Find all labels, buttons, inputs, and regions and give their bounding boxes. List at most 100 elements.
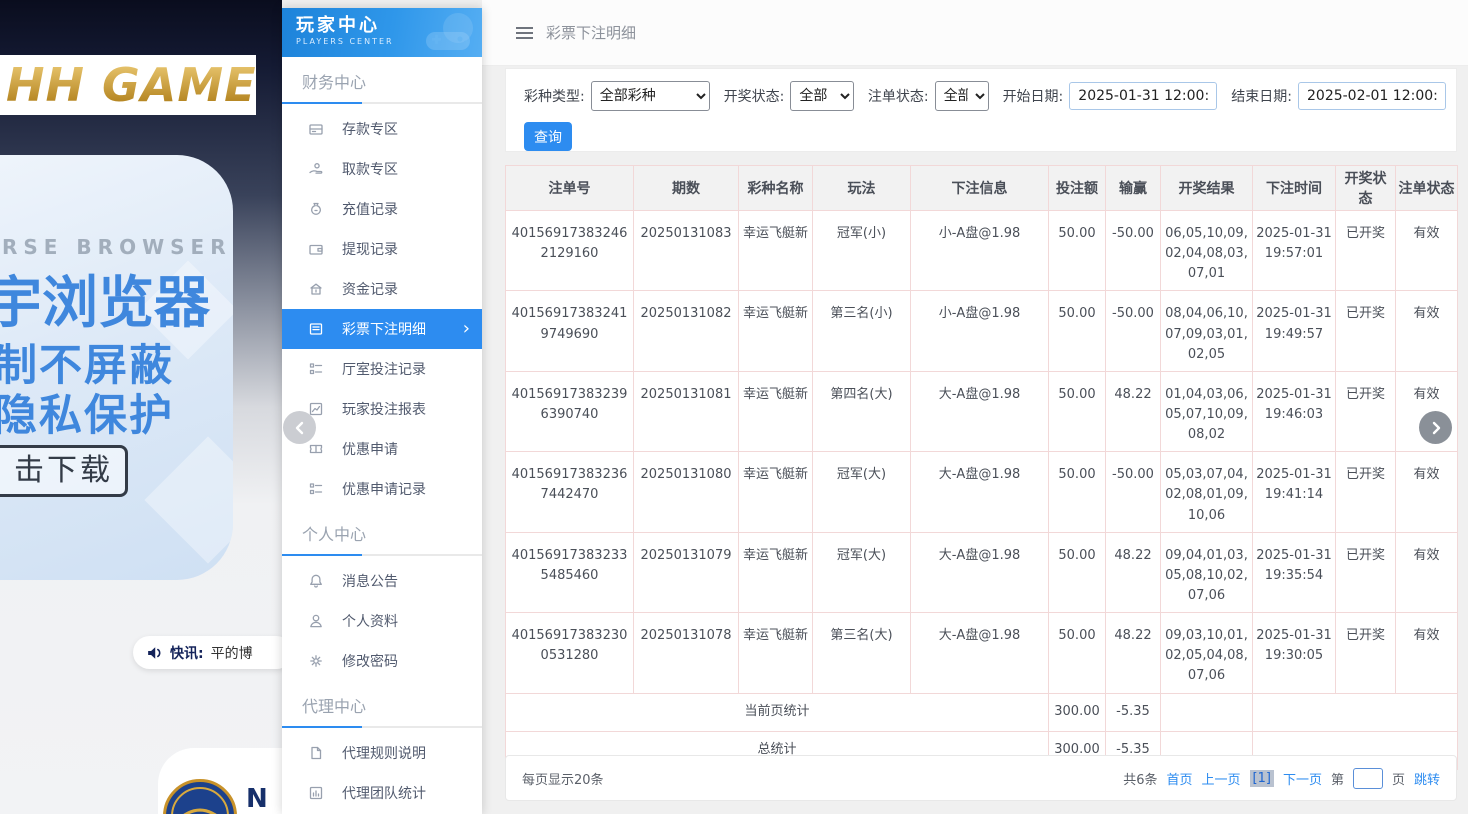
summary-cell: 300.00	[1049, 693, 1106, 731]
section-underline	[282, 554, 482, 556]
cell: 48.22	[1106, 613, 1161, 693]
topbar: 彩票下注明细	[482, 0, 1468, 66]
table-row: 40156917383230053128020250131078幸运飞艇新第三名…	[506, 613, 1458, 693]
site-logo: HH GAME	[0, 55, 256, 115]
summary-cell	[1161, 693, 1253, 731]
column-header: 下注信息	[911, 166, 1049, 211]
cell: 50.00	[1049, 532, 1106, 612]
speaker-icon	[147, 646, 163, 660]
cell: 09,04,01,03,05,08,10,02,07,06	[1161, 532, 1253, 612]
cell: 401569173832300531280	[506, 613, 634, 693]
cell: 已开奖	[1336, 532, 1396, 612]
sidebar-item-label: 消息公告	[342, 571, 398, 591]
section-title: 个人中心	[282, 509, 482, 547]
cell: 幸运飞艇新	[739, 532, 813, 612]
total-count: 共6条	[1123, 769, 1157, 788]
expand-right-button[interactable]	[1419, 411, 1452, 444]
table-row: 40156917383239639074020250131081幸运飞艇新第四名…	[506, 371, 1458, 451]
sidebar-item-stats[interactable]: 代理团队统计	[282, 773, 482, 813]
pagination-bar: 每页显示20条 共6条 首页 上一页 [1] 下一页 第 页 跳转	[505, 755, 1457, 801]
cell: 50.00	[1049, 371, 1106, 451]
collapse-left-button[interactable]	[283, 411, 316, 444]
section-underline	[282, 726, 482, 728]
order-status-select[interactable]: 全部	[935, 81, 989, 111]
sidebar-item-label: 资金记录	[342, 279, 398, 299]
sidebar-item-bell[interactable]: 消息公告	[282, 561, 482, 601]
jump-suffix: 页	[1392, 769, 1405, 788]
sidebar-item-deposit[interactable]: 存款专区	[282, 109, 482, 149]
recharge-record-icon	[308, 201, 324, 217]
cell: 有效	[1396, 613, 1458, 693]
sidebar-item-withdraw-record[interactable]: 提现记录	[282, 229, 482, 269]
cell: 幸运飞艇新	[739, 613, 813, 693]
cell: 2025-01-31 19:57:01	[1253, 211, 1336, 291]
cell: 401569173832367442470	[506, 452, 634, 532]
jump-prefix: 第	[1331, 769, 1344, 788]
cell: 401569173832419749690	[506, 291, 634, 371]
sidebar: 玩家中心 PLAYERS CENTER 财务中心存款专区取款专区充值记录提现记录…	[282, 8, 482, 814]
sidebar-item-withdraw[interactable]: 取款专区	[282, 149, 482, 189]
start-date-input[interactable]	[1069, 82, 1217, 110]
end-date-label: 结束日期:	[1231, 86, 1292, 106]
sidebar-item-user[interactable]: 个人资料	[282, 601, 482, 641]
sidebar-item-lottery-detail[interactable]: 彩票下注明细›	[282, 309, 482, 349]
cell: 09,03,10,01,02,05,04,08,07,06	[1161, 613, 1253, 693]
sidebar-item-doc[interactable]: 代理规则说明	[282, 733, 482, 773]
cell: 幸运飞艇新	[739, 291, 813, 371]
cell: 已开奖	[1336, 211, 1396, 291]
prev-page-link[interactable]: 上一页	[1202, 769, 1241, 788]
cell: 幸运飞艇新	[739, 371, 813, 451]
lottery-type-select[interactable]: 全部彩种	[591, 81, 710, 111]
current-page[interactable]: [1]	[1250, 770, 1274, 787]
cell: 50.00	[1049, 211, 1106, 291]
sidebar-item-recharge-record[interactable]: 充值记录	[282, 189, 482, 229]
sidebar-item-funds-record[interactable]: 资金记录	[282, 269, 482, 309]
sidebar-item-label: 取款专区	[342, 159, 398, 179]
card-letter: N	[246, 784, 268, 814]
lottery-detail-icon	[308, 321, 324, 337]
cell: 有效	[1396, 211, 1458, 291]
cell: 06,05,10,09,02,04,08,03,07,01	[1161, 211, 1253, 291]
column-header: 注单号	[506, 166, 634, 211]
table-row: 40156917383236744247020250131080幸运飞艇新冠军(…	[506, 452, 1458, 532]
sidebar-item-label: 优惠申请记录	[342, 479, 426, 499]
first-page-link[interactable]: 首页	[1166, 769, 1192, 788]
table-row: 40156917383246212916020250131083幸运飞艇新冠军(…	[506, 211, 1458, 291]
cell: 冠军(小)	[813, 211, 911, 291]
cell: 冠军(大)	[813, 532, 911, 612]
withdraw-record-icon	[308, 241, 324, 257]
page-jump-input[interactable]	[1353, 768, 1383, 789]
deposit-icon	[308, 121, 324, 137]
cell: 2025-01-31 19:30:05	[1253, 613, 1336, 693]
cell: 20250131081	[634, 371, 739, 451]
draw-status-label: 开奖状态:	[724, 86, 785, 106]
jump-button[interactable]: 跳转	[1414, 769, 1440, 788]
cell: 2025-01-31 19:46:03	[1253, 371, 1336, 451]
promo-title: 宇浏览器	[0, 258, 210, 339]
next-page-link[interactable]: 下一页	[1283, 769, 1322, 788]
cell: 冠军(大)	[813, 452, 911, 532]
promo-feature2: 隐私保护	[0, 381, 174, 443]
cell: -50.00	[1106, 452, 1161, 532]
cell: 2025-01-31 19:35:54	[1253, 532, 1336, 612]
cell: -50.00	[1106, 211, 1161, 291]
cell: 幸运飞艇新	[739, 452, 813, 532]
end-date-input[interactable]	[1298, 82, 1446, 110]
cell: 已开奖	[1336, 291, 1396, 371]
cell: 20250131080	[634, 452, 739, 532]
column-header: 开奖结果	[1161, 166, 1253, 211]
cell: 有效	[1396, 452, 1458, 532]
page-root: { "left_page": { "logo": "HH GAME", "ban…	[0, 0, 1468, 814]
sidebar-item-gear[interactable]: 修改密码	[282, 641, 482, 681]
column-header: 玩法	[813, 166, 911, 211]
query-button[interactable]: 查询	[524, 122, 572, 151]
cell: 已开奖	[1336, 371, 1396, 451]
draw-status-select[interactable]: 全部	[790, 81, 853, 111]
section-title: 代理中心	[282, 681, 482, 719]
sidebar-item-hall-record[interactable]: 厅室投注记录	[282, 349, 482, 389]
sidebar-item-promo-record[interactable]: 优惠申请记录	[282, 469, 482, 509]
lottery-type-label: 彩种类型:	[524, 86, 585, 106]
cell: 08,04,06,10,07,09,03,01,02,05	[1161, 291, 1253, 371]
download-button[interactable]: 击下载	[0, 445, 128, 497]
hamburger-icon[interactable]	[516, 27, 533, 39]
